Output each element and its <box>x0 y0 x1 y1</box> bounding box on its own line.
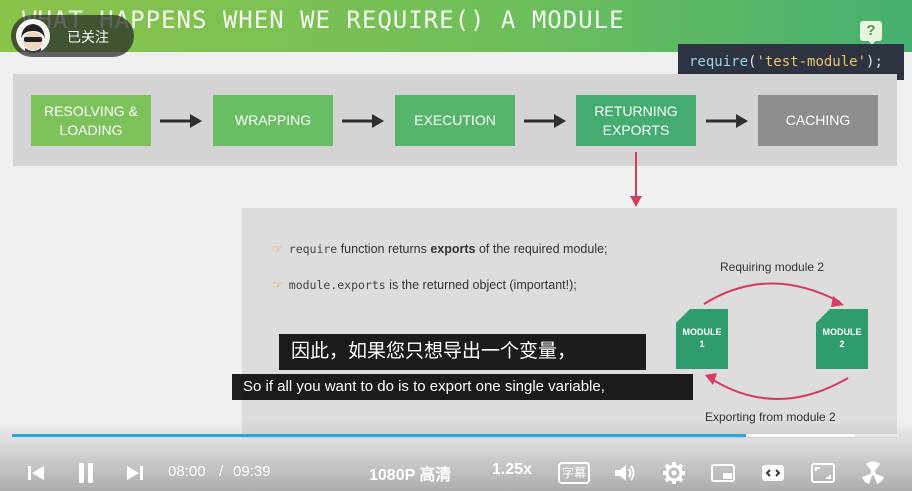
right-arrow-icon <box>706 114 748 128</box>
code-argument: 'test-module' <box>756 54 867 70</box>
flow-band: RESOLVING & LOADING WRAPPING EXECUTION RE… <box>13 74 897 166</box>
flow-step-label: LOADING <box>59 121 123 138</box>
code-function: require <box>689 54 749 70</box>
flow-step-caching: CACHING <box>758 95 878 146</box>
quality-selector[interactable]: 1080P 高清 <box>369 461 451 485</box>
avatar[interactable] <box>16 19 50 53</box>
module-1-box: MODULE 1 <box>676 309 728 369</box>
speed-selector[interactable]: 1.25x <box>492 461 532 479</box>
video-frame[interactable]: WHAT HAPPENS WHEN WE REQUIRE() A MODULE … <box>0 0 912 491</box>
subtitle-toggle[interactable]: 字幕 <box>558 462 590 484</box>
settings-button[interactable] <box>661 458 687 488</box>
flow-step-label: EXPORTS <box>602 121 670 138</box>
subtitle-chinese: 因此，如果您只想导出一个变量， <box>279 334 646 370</box>
widescreen-button[interactable] <box>759 458 787 488</box>
module-2-box: MODULE 2 <box>816 309 868 369</box>
subtitle-english: So if all you want to do is to export on… <box>232 374 693 400</box>
duration-time: 09:39 <box>233 463 271 480</box>
right-arrow-icon <box>160 114 202 128</box>
down-arrow-icon <box>630 152 642 207</box>
gear-icon <box>663 462 685 484</box>
fullscreen-icon <box>811 463 835 483</box>
requiring-label: Requiring module 2 <box>720 260 825 274</box>
avatar-icon <box>16 19 50 53</box>
pause-icon <box>79 463 93 483</box>
right-arrow-icon <box>524 114 566 128</box>
progress-played <box>12 434 746 437</box>
picture-in-picture-icon <box>711 464 735 482</box>
fullscreen-button[interactable] <box>809 458 837 488</box>
volume-button[interactable] <box>612 458 638 488</box>
follow-label: 已关注 <box>67 29 109 45</box>
flow-step-label: CACHING <box>785 112 851 128</box>
picture-in-picture-button[interactable] <box>709 458 737 488</box>
module-number: 2 <box>839 339 845 349</box>
flow-step-wrapping: WRAPPING <box>213 95 333 146</box>
flow-step-label: RESOLVING & <box>44 102 138 119</box>
module-label: MODULE <box>682 327 722 337</box>
skip-next-icon <box>127 466 143 480</box>
follow-button[interactable]: 已关注 <box>11 15 134 57</box>
radiation-icon <box>862 461 884 484</box>
module-number: 1 <box>699 339 705 349</box>
current-time: 08:00 <box>168 463 206 480</box>
flow-step-label: EXECUTION <box>414 112 496 128</box>
pause-button[interactable] <box>74 458 98 488</box>
right-arrow-icon <box>342 114 384 128</box>
flow-step-execution: EXECUTION <box>395 95 515 146</box>
flow-step-label: RETURNING <box>594 102 678 119</box>
module-arrows-diagram <box>703 282 849 400</box>
skip-previous-icon <box>28 466 44 480</box>
volume-icon <box>615 465 635 481</box>
previous-button[interactable] <box>24 458 48 488</box>
radiation-button[interactable] <box>859 458 887 488</box>
module-label: MODULE <box>822 327 862 337</box>
question-speech-icon: ? <box>860 21 882 45</box>
time-separator: / <box>219 463 224 480</box>
next-button[interactable] <box>123 458 147 488</box>
progress-bar[interactable] <box>12 434 898 437</box>
flow-step-label: WRAPPING <box>234 112 312 128</box>
flow-step-resolving-loading: RESOLVING & LOADING <box>31 95 151 146</box>
code-paren-close: ); <box>866 54 883 70</box>
widescreen-icon <box>762 465 784 481</box>
explanation-panel: ☞ require function returns exports of the… <box>242 208 897 438</box>
flow-step-returning-exports: RETURNING EXPORTS <box>576 95 696 146</box>
